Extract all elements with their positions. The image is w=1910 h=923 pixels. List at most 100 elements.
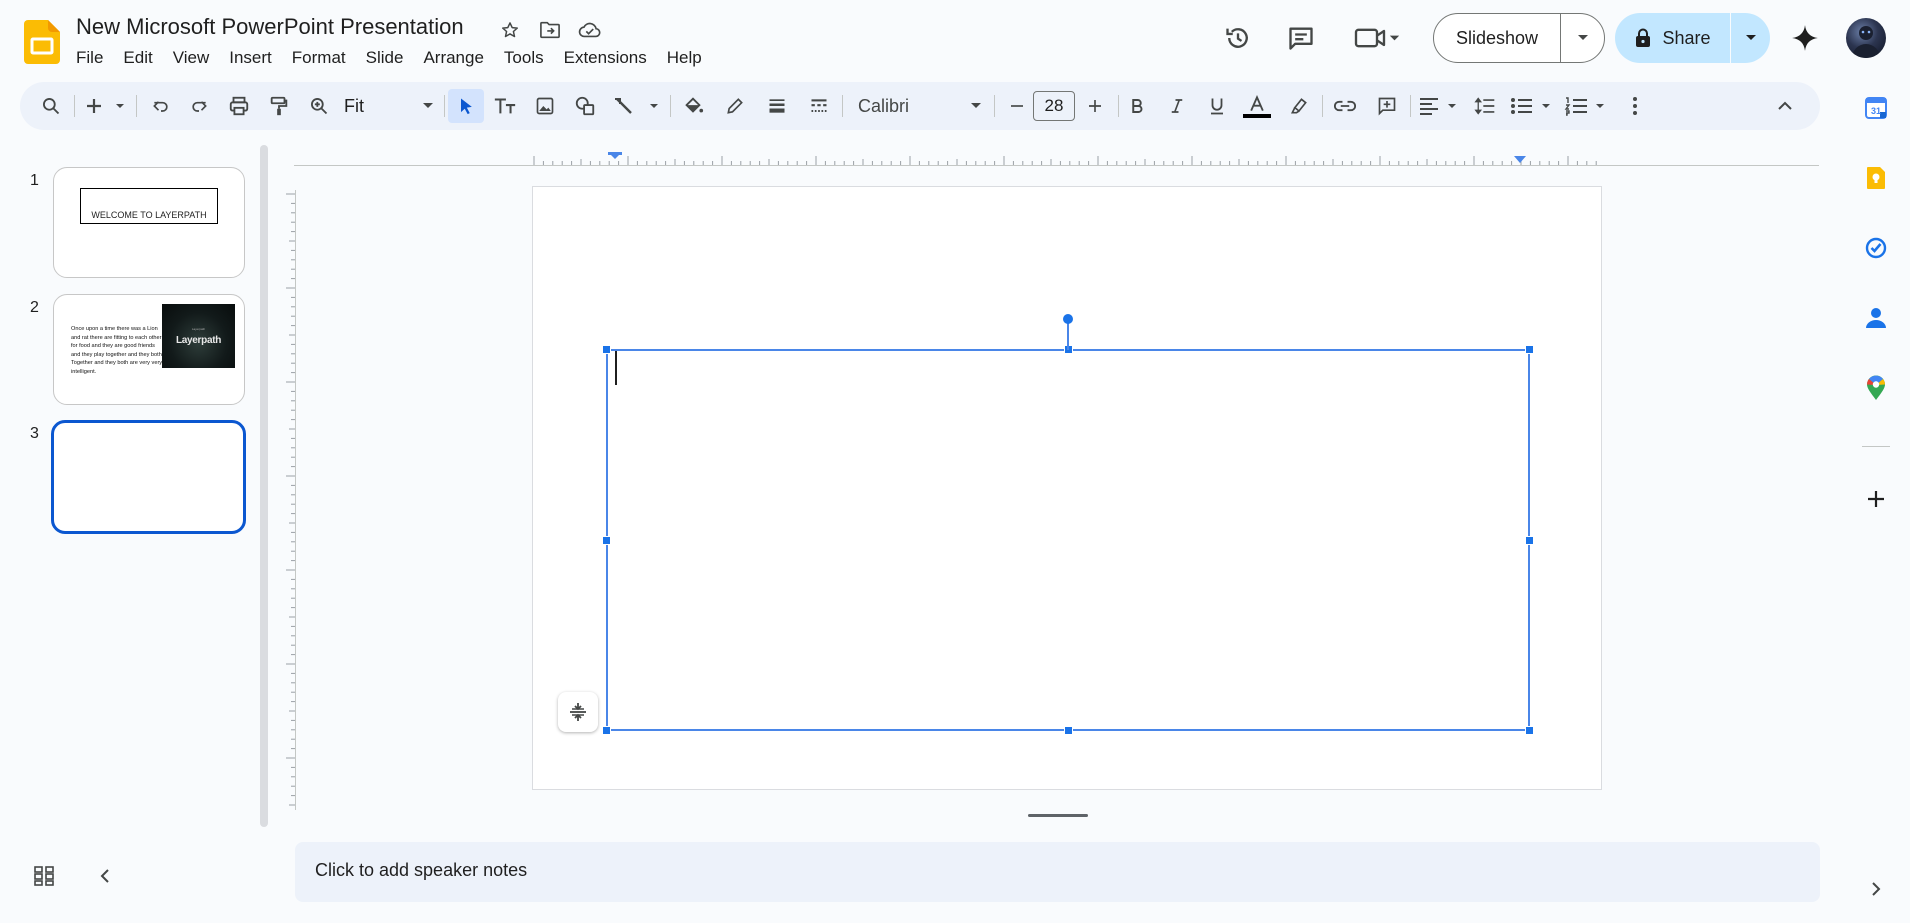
new-slide-button[interactable] [82,89,130,123]
comments-icon[interactable] [1281,18,1321,58]
vertical-ruler[interactable] [284,190,296,810]
line-tool-button[interactable] [610,89,664,123]
keep-icon[interactable] [1857,159,1895,197]
contacts-icon[interactable] [1857,299,1895,337]
select-tool-icon[interactable] [448,89,484,123]
menu-edit[interactable]: Edit [113,46,162,70]
share-button[interactable]: Share [1615,13,1770,63]
slide-thumbnail-2[interactable]: Once upon a time there was a Lion and ra… [53,294,245,405]
menu-arrange[interactable]: Arrange [413,46,493,70]
italic-icon[interactable] [1160,89,1194,123]
filmstrip-scrollbar[interactable] [260,145,268,827]
decrease-font-size-icon[interactable] [1000,89,1034,123]
fill-color-icon[interactable] [676,89,710,123]
resize-handle-bottom-right[interactable] [1525,726,1534,735]
tasks-icon[interactable] [1857,229,1895,267]
rotate-handle[interactable] [1063,314,1073,324]
lock-icon [1636,28,1651,47]
menu-view[interactable]: View [163,46,220,70]
font-size-value[interactable]: 28 [1033,91,1075,121]
menu-slide[interactable]: Slide [356,46,414,70]
slide-number: 1 [30,172,39,189]
zoom-value: Fit [344,95,364,116]
bulleted-list-button[interactable] [1508,89,1556,123]
font-size-input[interactable]: 28 [1032,89,1076,123]
zoom-select[interactable]: Fit [340,89,438,123]
document-title[interactable]: New Microsoft PowerPoint Presentation [76,14,464,40]
resize-handle-top-left[interactable] [602,345,611,354]
resize-handle-left[interactable] [602,536,611,545]
expand-sidebar-icon[interactable] [1857,870,1895,908]
selected-text-box[interactable] [602,345,1534,735]
slide-thumbnail-1[interactable]: WELCOME TO LAYERPATH [53,167,245,278]
autofit-icon [570,703,586,721]
collapse-toolbar-icon[interactable] [1768,89,1802,123]
sidebar-divider [1862,446,1890,447]
menu-file[interactable]: File [66,46,113,70]
print-icon[interactable] [222,89,256,123]
grid-view-icon[interactable] [34,866,54,886]
paint-format-icon[interactable] [262,89,296,123]
underline-icon[interactable] [1200,89,1234,123]
resize-handle-right[interactable] [1525,536,1534,545]
calendar-icon[interactable]: 31 [1857,89,1895,127]
zoom-icon[interactable] [302,89,336,123]
avatar[interactable] [1846,18,1886,58]
share-main[interactable]: Share [1615,13,1731,63]
redo-icon[interactable] [182,89,216,123]
slideshow-dropdown-icon[interactable] [1561,14,1604,62]
slideshow-label[interactable]: Slideshow [1434,14,1561,62]
version-history-icon[interactable] [1218,18,1258,58]
insert-link-icon[interactable] [1328,89,1362,123]
move-folder-icon[interactable] [538,18,562,42]
rotate-handle-stem [1067,320,1069,350]
highlight-color-icon[interactable] [1282,89,1316,123]
notes-resize-handle[interactable] [1028,814,1088,817]
slideshow-button[interactable]: Slideshow [1433,13,1605,63]
slide-thumbnail-3[interactable] [51,420,246,534]
bold-icon[interactable] [1120,89,1154,123]
resize-handle-bottom[interactable] [1064,726,1073,735]
meet-icon[interactable] [1348,18,1406,58]
shape-icon[interactable] [568,89,602,123]
more-options-icon[interactable] [1618,89,1652,123]
resize-handle-top-right[interactable] [1525,345,1534,354]
numbered-list-button[interactable] [1562,89,1610,123]
speaker-notes[interactable]: Click to add speaker notes [295,842,1820,902]
search-menus-icon[interactable] [34,89,68,123]
slide-2-image: Layerpath Layerpath [162,304,235,368]
border-weight-icon[interactable] [760,89,794,123]
share-dropdown-icon[interactable] [1731,13,1770,63]
slide-1-title: WELCOME TO LAYERPATH [91,210,207,220]
border-dash-icon[interactable] [802,89,836,123]
add-comment-icon[interactable] [1370,89,1404,123]
menu-format[interactable]: Format [282,46,356,70]
autofit-button[interactable] [558,692,598,732]
collapse-filmstrip-icon[interactable] [98,868,112,884]
line-spacing-icon[interactable] [1468,89,1502,123]
slide-number: 3 [30,425,39,442]
speaker-notes-placeholder[interactable]: Click to add speaker notes [315,860,527,881]
border-color-icon[interactable] [718,89,752,123]
star-icon[interactable] [498,18,522,42]
insert-image-icon[interactable] [528,89,562,123]
slide-2-image-text: Layerpath [175,334,222,346]
text-cursor [615,351,617,385]
add-addon-icon[interactable] [1857,480,1895,518]
align-button[interactable] [1416,89,1462,123]
menu-extensions[interactable]: Extensions [554,46,657,70]
resize-handle-bottom-left[interactable] [602,726,611,735]
horizontal-ruler[interactable] [294,152,1819,166]
menu-insert[interactable]: Insert [219,46,282,70]
cloud-saved-icon[interactable] [578,18,602,42]
maps-icon[interactable] [1857,369,1895,407]
gemini-icon[interactable] [1785,18,1825,58]
increase-font-size-icon[interactable] [1078,89,1112,123]
text-color-icon[interactable] [1240,89,1274,123]
font-select[interactable]: Calibri [850,89,990,123]
menu-tools[interactable]: Tools [494,46,554,70]
text-box-icon[interactable] [488,89,522,123]
slides-logo-icon[interactable] [24,20,60,64]
undo-icon[interactable] [144,89,178,123]
menu-help[interactable]: Help [657,46,712,70]
